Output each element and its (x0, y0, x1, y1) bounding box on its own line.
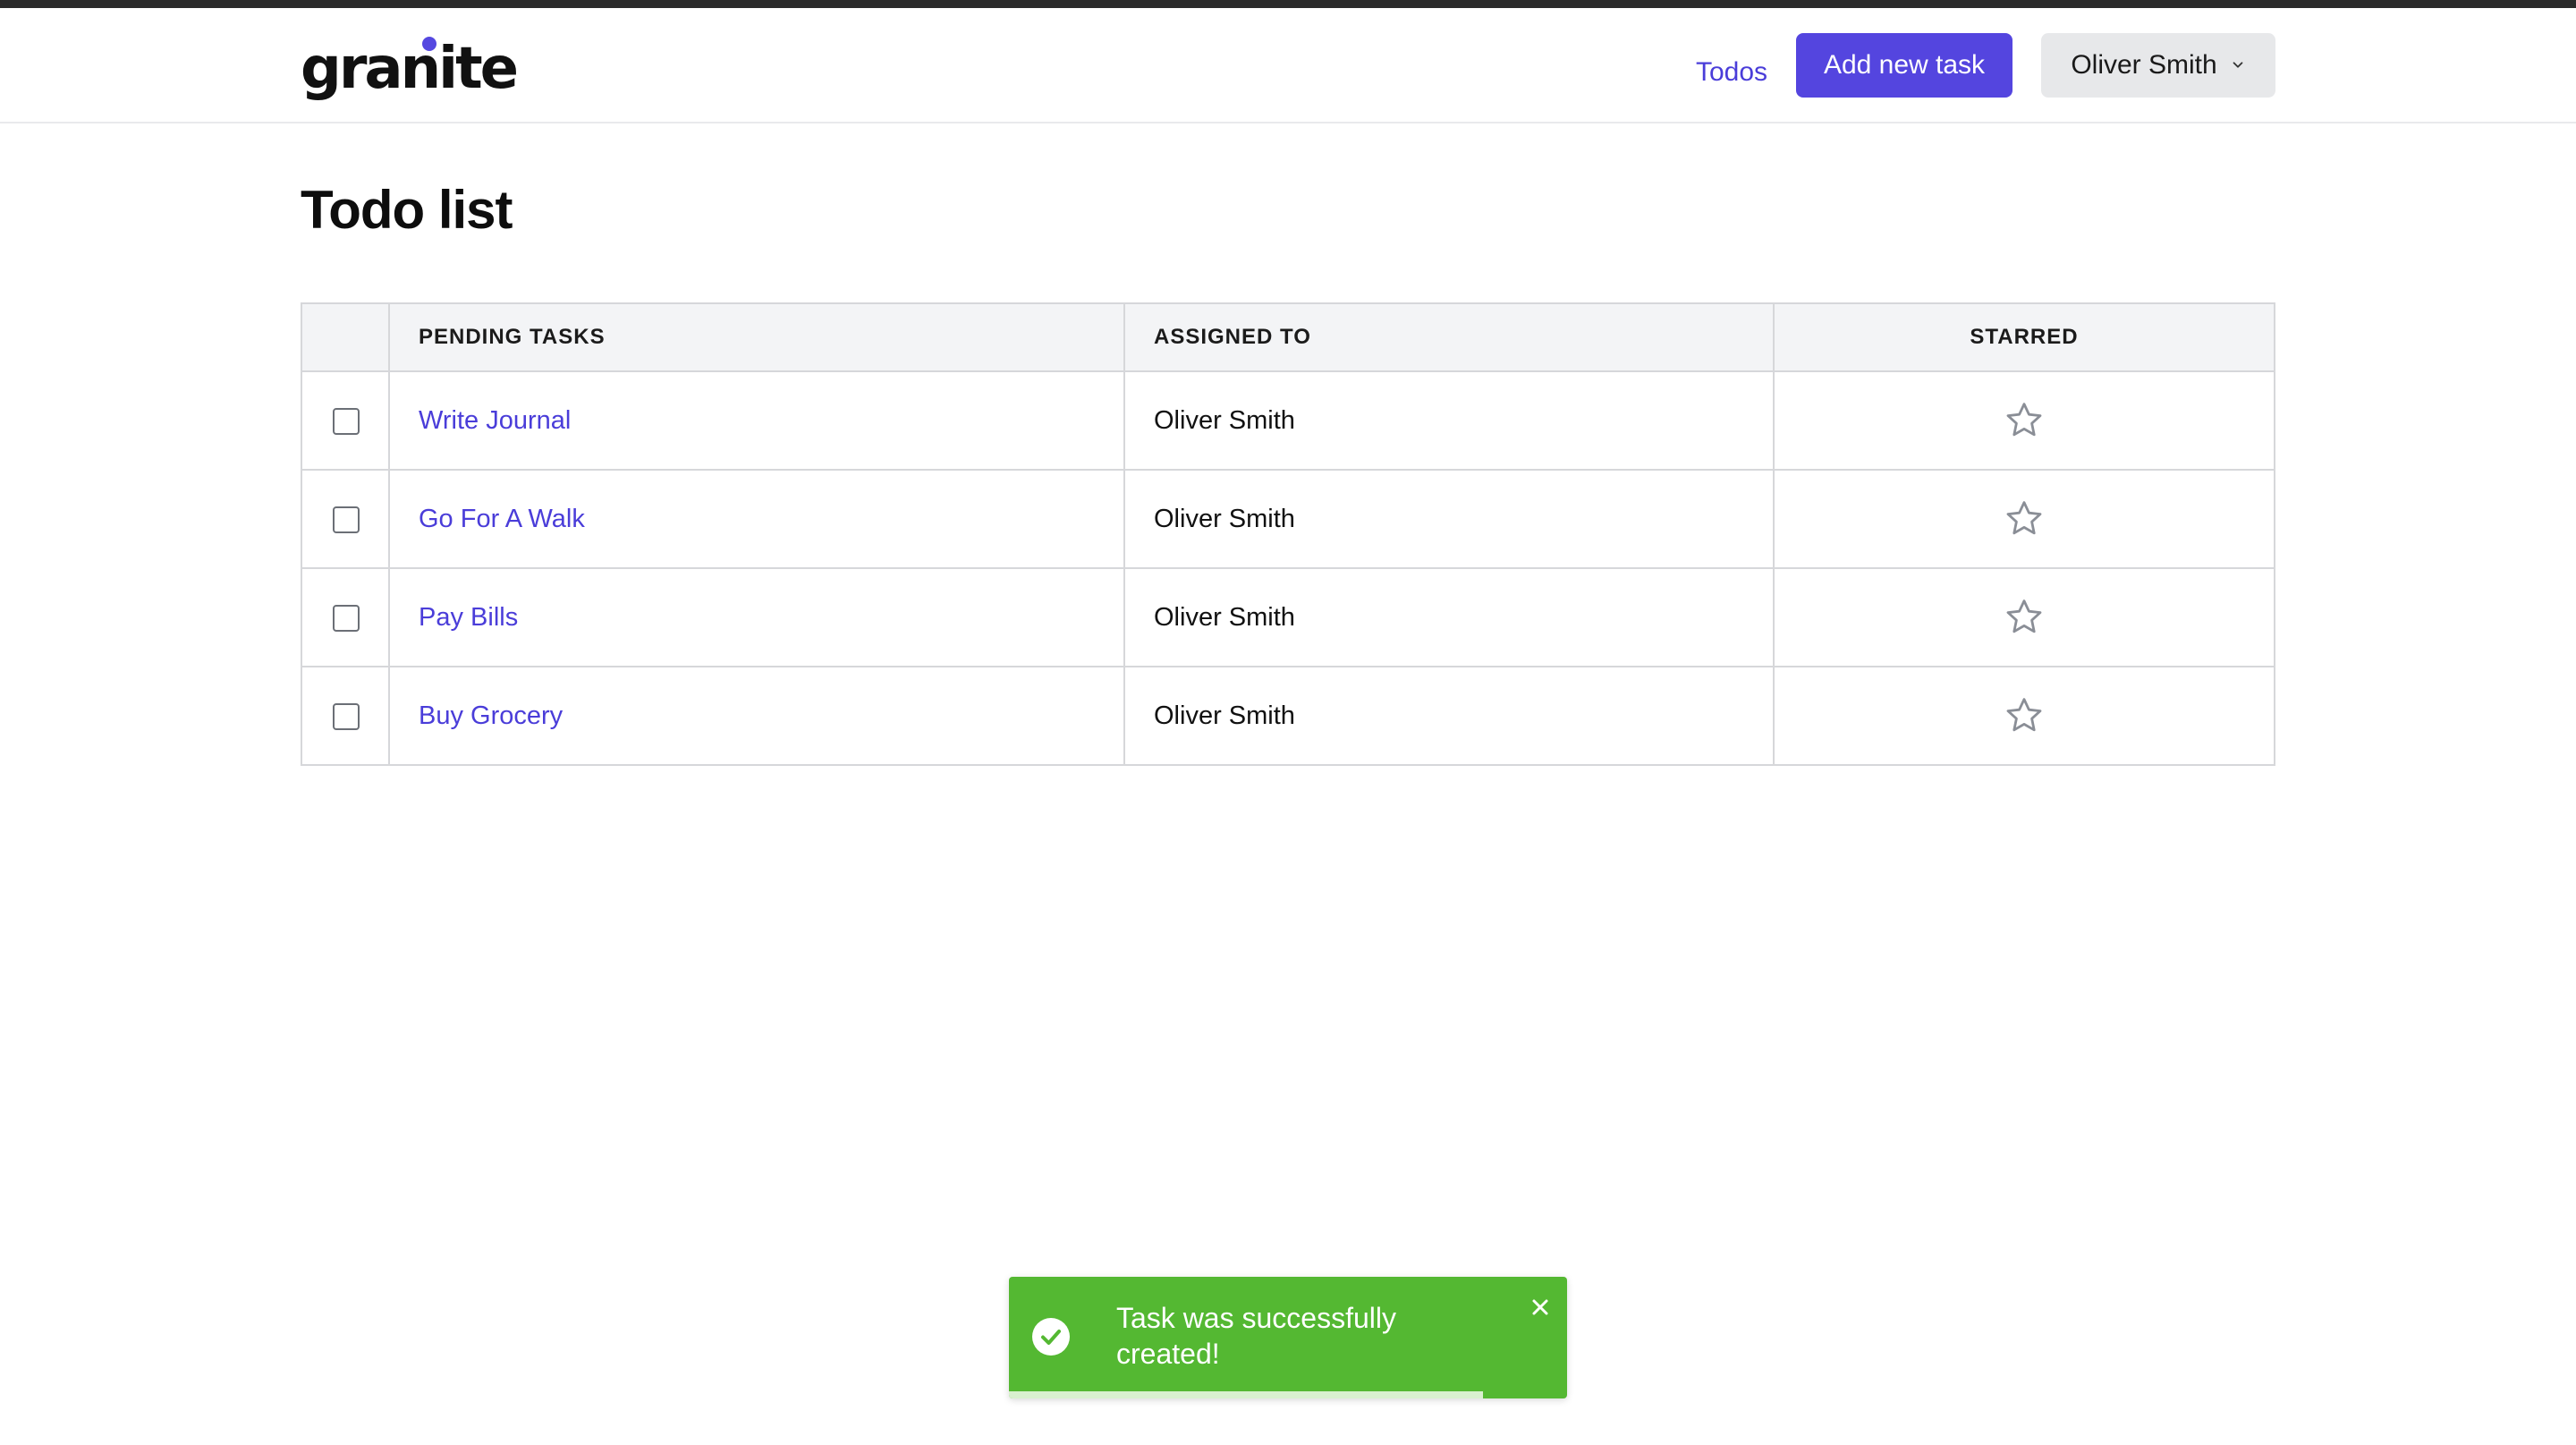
header-assigned-to: ASSIGNED TO (1123, 302, 1775, 372)
starred-cell (1773, 469, 2275, 569)
assignee-name: Oliver Smith (1154, 701, 1295, 730)
task-title-cell: Go For A Walk (388, 469, 1125, 569)
assigned-to-cell: Oliver Smith (1123, 469, 1775, 569)
add-new-task-button[interactable]: Add new task (1796, 33, 2012, 98)
assignee-name: Oliver Smith (1154, 405, 1295, 435)
assigned-to-cell: Oliver Smith (1123, 370, 1775, 471)
assignee-name: Oliver Smith (1154, 602, 1295, 632)
table-row: Go For A Walk Oliver Smith (301, 469, 2275, 569)
header-checkbox-column (301, 302, 390, 372)
chevron-down-icon (2233, 62, 2243, 68)
row-checkbox-cell (301, 370, 390, 471)
success-toast: Task was successfully created! (1009, 1277, 1567, 1398)
granite-logo[interactable]: granite (301, 33, 519, 105)
close-icon[interactable] (1526, 1293, 1555, 1322)
task-title-link[interactable]: Buy Grocery (419, 701, 563, 730)
header-pending-tasks: PENDING TASKS (388, 302, 1125, 372)
todo-table-body: Write Journal Oliver Smith Go For A Walk Ol… (301, 370, 2275, 766)
task-checkbox[interactable] (333, 604, 360, 632)
user-name-label: Oliver Smith (2071, 50, 2217, 80)
task-checkbox[interactable] (333, 506, 360, 533)
star-icon[interactable] (2003, 399, 2046, 442)
starred-cell (1773, 370, 2275, 471)
star-icon[interactable] (2003, 596, 2046, 639)
page-title: Todo list (301, 180, 513, 240)
table-row: Buy Grocery Oliver Smith (301, 666, 2275, 766)
task-title-cell: Write Journal (388, 370, 1125, 471)
logo-text: granite (301, 36, 519, 102)
navbar: granite Todos Add new task Oliver Smith (0, 8, 2576, 123)
user-menu-button[interactable]: Oliver Smith (2041, 33, 2275, 98)
row-checkbox-cell (301, 666, 390, 766)
toast-progress-bar (1009, 1391, 1484, 1398)
check-circle-icon (1032, 1318, 1070, 1356)
assigned-to-cell: Oliver Smith (1123, 666, 1775, 766)
top-window-strip (0, 0, 2576, 8)
toast-message: Task was successfully created! (1116, 1302, 1396, 1370)
table-header-row: PENDING TASKS ASSIGNED TO STARRED (301, 302, 2275, 372)
task-title-link[interactable]: Write Journal (419, 406, 571, 435)
task-title-link[interactable]: Go For A Walk (419, 505, 585, 533)
header-starred: STARRED (1773, 302, 2275, 372)
table-row: Pay Bills Oliver Smith (301, 567, 2275, 667)
task-title-cell: Pay Bills (388, 567, 1125, 667)
todo-table: PENDING TASKS ASSIGNED TO STARRED Write … (301, 302, 2275, 766)
logo-dot (422, 37, 436, 51)
row-checkbox-cell (301, 469, 390, 569)
table-row: Write Journal Oliver Smith (301, 370, 2275, 471)
nav-todos-link[interactable]: Todos (1696, 47, 1767, 98)
starred-cell (1773, 666, 2275, 766)
star-icon[interactable] (2003, 497, 2046, 540)
starred-cell (1773, 567, 2275, 667)
task-title-cell: Buy Grocery (388, 666, 1125, 766)
task-title-link[interactable]: Pay Bills (419, 603, 518, 632)
star-icon[interactable] (2003, 694, 2046, 737)
assignee-name: Oliver Smith (1154, 504, 1295, 533)
assigned-to-cell: Oliver Smith (1123, 567, 1775, 667)
task-checkbox[interactable] (333, 702, 360, 730)
row-checkbox-cell (301, 567, 390, 667)
task-checkbox[interactable] (333, 407, 360, 435)
